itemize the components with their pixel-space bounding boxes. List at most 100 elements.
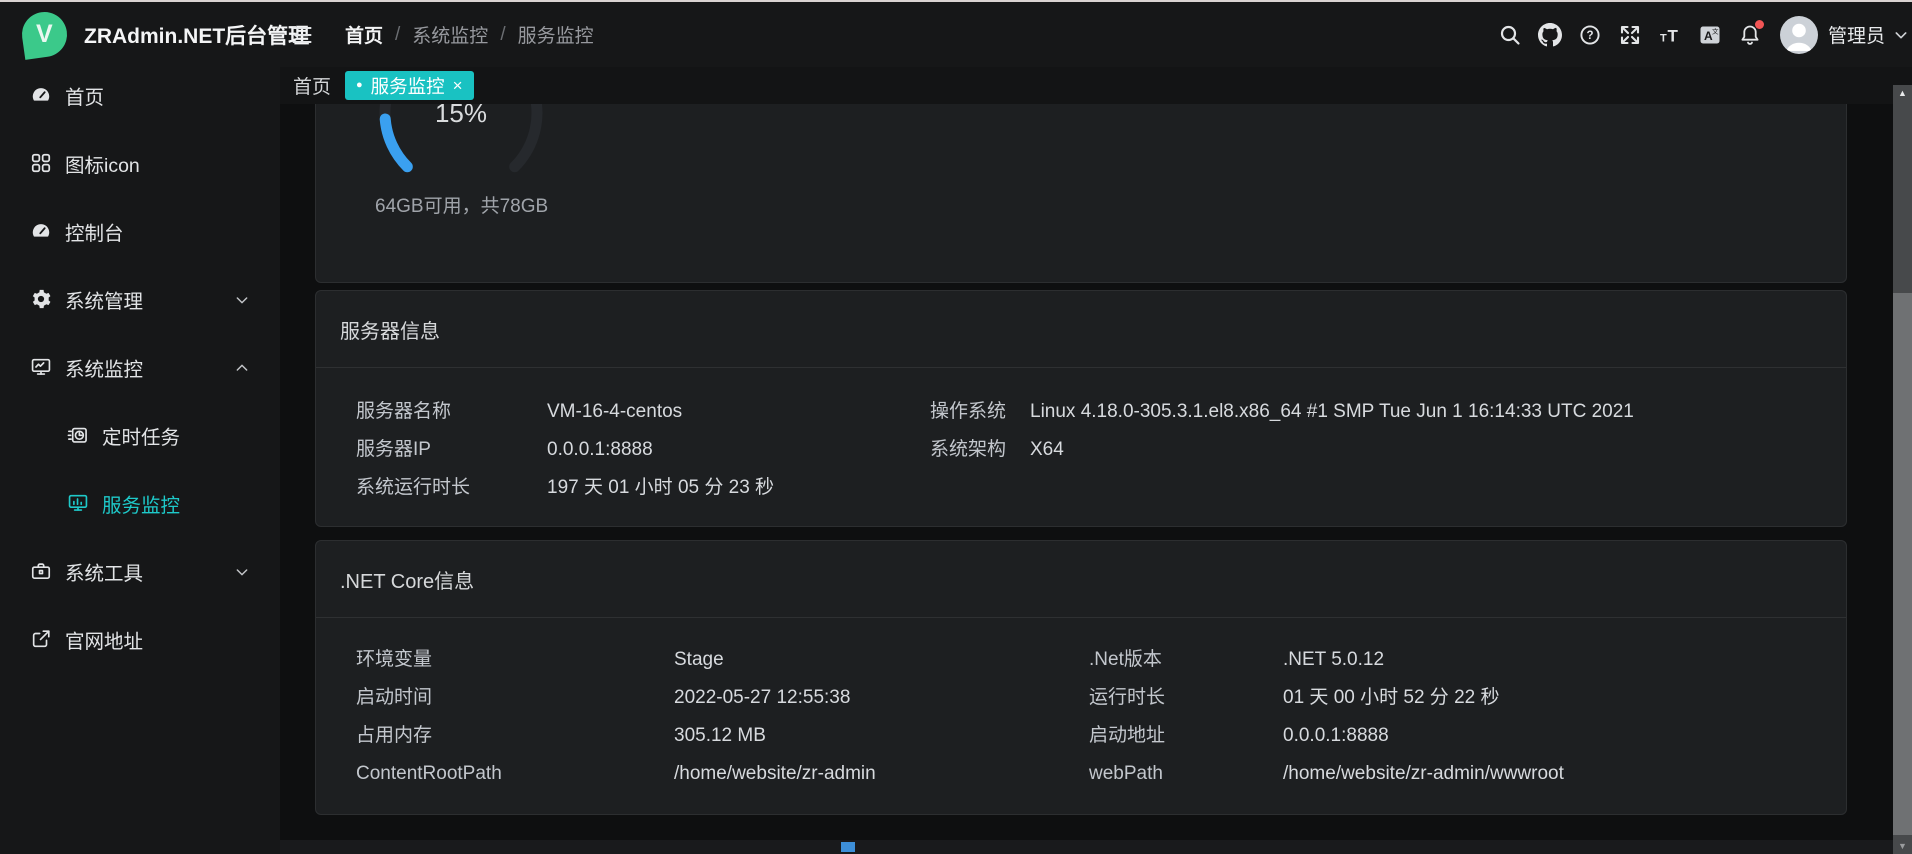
field-value: /home/website/zr-admin xyxy=(674,755,1089,793)
field-value: .NET 5.0.12 xyxy=(1283,641,1846,679)
field-value: Stage xyxy=(674,641,1089,679)
dotnet-info-card: .NET Core信息 环境变量 Stage .Net版本 .NET 5.0.1… xyxy=(315,540,1847,815)
sidebar-item-system-admin[interactable]: 系统管理 xyxy=(0,265,280,333)
app-logo[interactable]: V xyxy=(19,9,70,60)
sidebar-item-service-monitor[interactable]: 服务监控 xyxy=(0,469,280,537)
chevron-down-icon xyxy=(234,291,250,307)
grid-icon xyxy=(30,152,52,174)
sidebar-item-icons[interactable]: 图标icon xyxy=(0,129,280,197)
sidebar-item-label: 系统监控 xyxy=(65,353,143,382)
sidebar-item-label: 服务监控 xyxy=(102,489,180,518)
app-title: ZRAdmin.NET后台管理 xyxy=(84,2,309,67)
field-label: 系统架构 xyxy=(930,431,1030,469)
field-label: webPath xyxy=(1089,755,1283,793)
dashboard-icon xyxy=(30,84,52,106)
breadcrumb-home[interactable]: 首页 xyxy=(345,21,383,48)
horizontal-scrollbar-thumb[interactable] xyxy=(841,842,855,852)
sidebar-collapse-icon[interactable] xyxy=(290,23,314,47)
active-tab-dot: ● xyxy=(356,80,363,91)
monitor-chart-icon xyxy=(30,356,52,378)
breadcrumb-separator: / xyxy=(395,24,400,46)
sidebar-item-label: 控制台 xyxy=(65,217,124,246)
help-glyph: ? xyxy=(1586,30,1593,42)
avatar[interactable] xyxy=(1780,16,1818,54)
field-value: 01 天 00 小时 52 分 22 秒 xyxy=(1283,679,1846,717)
user-name[interactable]: 管理员 xyxy=(1828,21,1885,48)
app-window: V ZRAdmin.NET后台管理 首页 / 系统监控 / 服务监控 xyxy=(0,0,1912,854)
font-size-icon[interactable]: T T xyxy=(1658,23,1682,47)
sidebar-item-label: 首页 xyxy=(65,81,104,110)
breadcrumb: 首页 / 系统监控 / 服务监控 xyxy=(345,2,594,67)
dashboard-icon xyxy=(30,220,52,242)
horizontal-scrollbar[interactable] xyxy=(280,840,1893,854)
notification-bell-icon[interactable] xyxy=(1738,23,1762,47)
tab-service-monitor[interactable]: ● 服务监控 × xyxy=(345,71,474,100)
external-link-icon xyxy=(30,628,52,650)
breadcrumb-current-page: 服务监控 xyxy=(518,21,594,48)
main-content: 15% 64GB可用，共78GB 服务器信息 服务器名称 VM-16-4-cen… xyxy=(280,104,1893,854)
field-label: 操作系统 xyxy=(930,393,1030,431)
memory-caption: 64GB可用，共78GB xyxy=(375,191,548,218)
dotnet-info-table: 环境变量 Stage .Net版本 .NET 5.0.12 启动时间 2022-… xyxy=(316,618,1846,793)
field-value: X64 xyxy=(1030,431,1846,469)
monitor-bars-icon xyxy=(67,492,89,514)
sidebar-item-system-tools[interactable]: 系统工具 xyxy=(0,537,280,605)
breadcrumb-system-monitor[interactable]: 系统监控 xyxy=(412,21,488,48)
tab-label: 服务监控 xyxy=(371,73,445,99)
github-icon[interactable] xyxy=(1538,23,1562,47)
vertical-scrollbar-thumb[interactable] xyxy=(1893,293,1912,835)
field-label: 服务器名称 xyxy=(356,393,547,431)
field-label: 运行时长 xyxy=(1089,679,1283,717)
tab-label: 首页 xyxy=(293,72,331,99)
gear-icon xyxy=(30,288,52,310)
translate-icon[interactable]: A 文 xyxy=(1698,23,1722,47)
field-label: ContentRootPath xyxy=(356,755,674,793)
help-icon[interactable]: ? xyxy=(1578,23,1602,47)
header-bar: V ZRAdmin.NET后台管理 首页 / 系统监控 / 服务监控 xyxy=(0,2,1912,67)
field-label: 环境变量 xyxy=(356,641,674,679)
server-info-table: 服务器名称 VM-16-4-centos 操作系统 Linux 4.18.0-3… xyxy=(316,368,1846,507)
field-label: .Net版本 xyxy=(1089,641,1283,679)
sidebar: 首页 图标icon 控制台 xyxy=(0,67,280,854)
chevron-up-icon xyxy=(234,359,250,375)
sidebar-item-scheduled-tasks[interactable]: 定时任务 xyxy=(0,401,280,469)
notification-badge xyxy=(1755,20,1764,29)
server-info-card: 服务器信息 服务器名称 VM-16-4-centos 操作系统 Linux 4.… xyxy=(315,290,1847,527)
field-value: 197 天 01 小时 05 分 23 秒 xyxy=(547,469,930,507)
search-icon[interactable] xyxy=(1498,23,1522,47)
sidebar-item-home[interactable]: 首页 xyxy=(0,61,280,129)
fullscreen-icon[interactable] xyxy=(1618,23,1642,47)
translate-cn-glyph: 文 xyxy=(1712,26,1719,35)
chevron-down-icon xyxy=(234,563,250,579)
field-label: 启动地址 xyxy=(1089,717,1283,755)
field-value: 2022-05-27 12:55:38 xyxy=(674,679,1089,717)
sidebar-item-label: 官网地址 xyxy=(65,625,143,654)
font-size-small-glyph: T xyxy=(1660,32,1667,44)
sidebar-item-label: 定时任务 xyxy=(102,421,180,450)
field-value: 0.0.0.1:8888 xyxy=(547,431,930,469)
memory-usage-percent: 15% xyxy=(401,104,521,129)
field-value: /home/website/zr-admin/wwwroot xyxy=(1283,755,1846,793)
sidebar-item-system-monitor[interactable]: 系统监控 xyxy=(0,333,280,401)
breadcrumb-separator: / xyxy=(500,24,505,46)
logo-letter: V xyxy=(36,20,53,49)
field-label: 系统运行时长 xyxy=(356,469,547,507)
tab-home[interactable]: 首页 xyxy=(293,67,331,104)
memory-card: 15% 64GB可用，共78GB xyxy=(315,104,1847,283)
scroll-down-arrow[interactable]: ▼ xyxy=(1893,838,1912,853)
card-title: .NET Core信息 xyxy=(316,541,1846,618)
sidebar-item-label: 系统工具 xyxy=(65,557,143,586)
field-label: 服务器IP xyxy=(356,431,547,469)
field-value: 0.0.0.1:8888 xyxy=(1283,717,1846,755)
field-value: 305.12 MB xyxy=(674,717,1089,755)
sidebar-item-official-site[interactable]: 官网地址 xyxy=(0,605,280,673)
sidebar-item-console[interactable]: 控制台 xyxy=(0,197,280,265)
user-menu-chevron-down-icon[interactable] xyxy=(1893,27,1909,43)
field-value: Linux 4.18.0-305.3.1.el8.x86_64 #1 SMP T… xyxy=(1030,393,1846,431)
field-label: 启动时间 xyxy=(356,679,674,717)
sidebar-menu: 首页 图标icon 控制台 xyxy=(0,61,280,673)
sidebar-item-label: 图标icon xyxy=(65,149,140,178)
tab-close-icon[interactable]: × xyxy=(453,77,463,94)
scroll-up-arrow[interactable]: ▲ xyxy=(1893,85,1912,101)
vertical-scrollbar[interactable]: ▲ ▼ xyxy=(1893,85,1912,854)
